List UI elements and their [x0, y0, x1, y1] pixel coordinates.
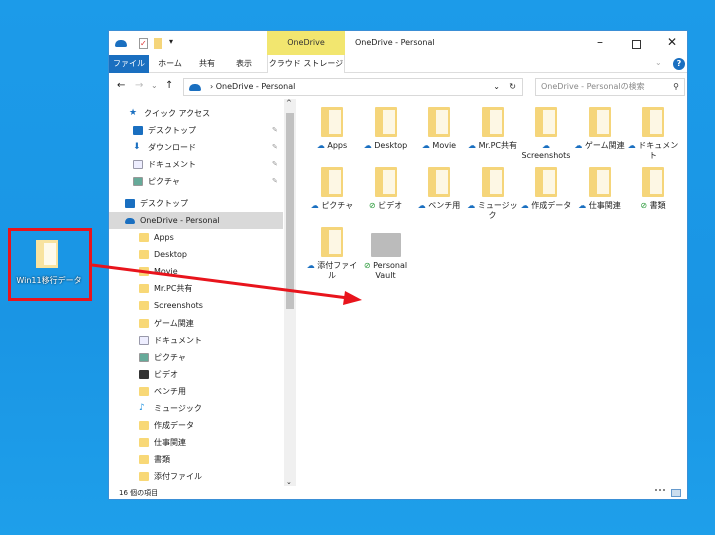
red-arrow: [91, 263, 362, 305]
